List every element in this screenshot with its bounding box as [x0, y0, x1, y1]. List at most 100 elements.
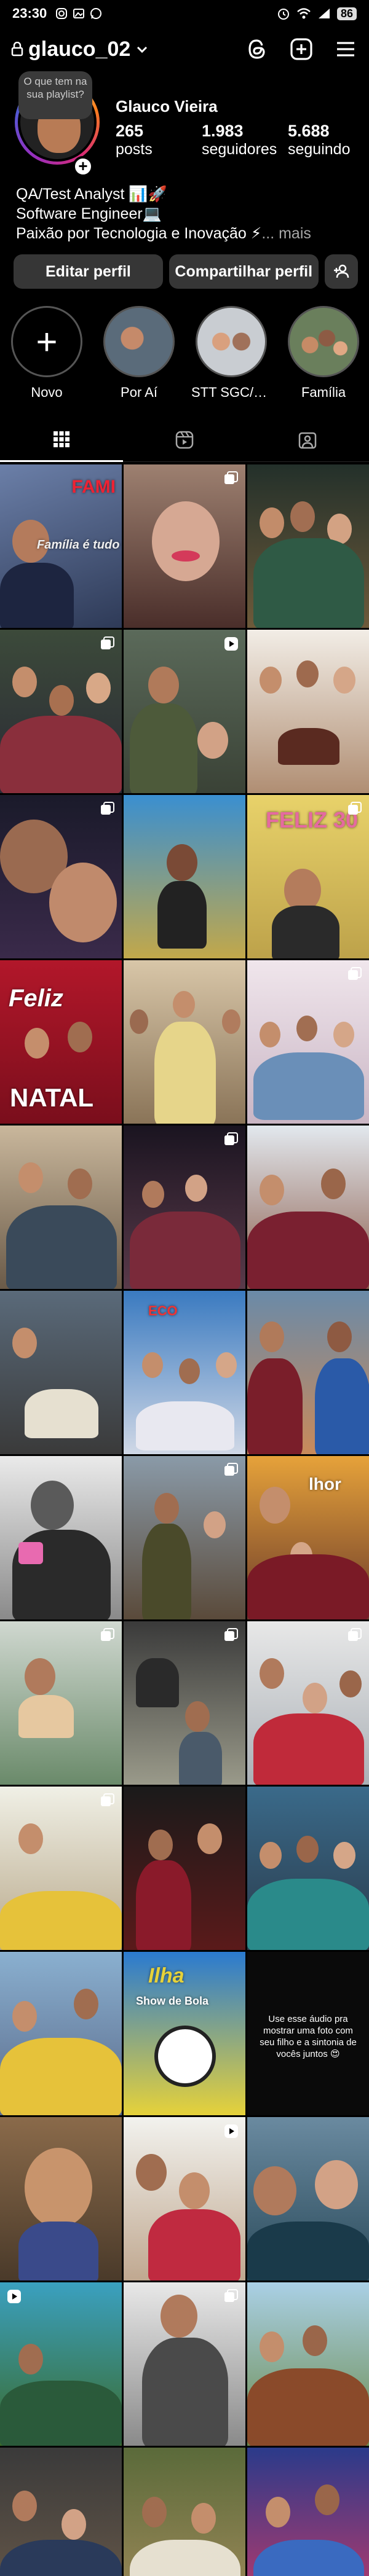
carousel-icon: [101, 1628, 114, 1641]
reel-icon: [224, 637, 238, 651]
reel-icon: [7, 2290, 21, 2303]
profile-name: Glauco Vieira: [116, 97, 218, 115]
post-thumbnail[interactable]: [0, 630, 122, 793]
image-notification-icon: [73, 9, 85, 18]
story-highlights: + Novo Por Aí STT SGC/17-... Família: [0, 306, 369, 404]
reel-icon: [224, 2124, 238, 2138]
post-thumbnail[interactable]: [0, 1621, 122, 1785]
highlight-new[interactable]: + Novo: [10, 306, 84, 404]
post-thumbnail[interactable]: [247, 2117, 369, 2280]
share-profile-button[interactable]: Compartilhar perfil: [169, 254, 319, 289]
highlight-label: Por Aí: [121, 385, 157, 400]
post-thumbnail[interactable]: [0, 1952, 122, 2115]
post-thumbnail[interactable]: [247, 2282, 369, 2446]
post-thumbnail[interactable]: [247, 960, 369, 1124]
carousel-icon: [224, 2289, 238, 2302]
post-thumbnail[interactable]: [247, 2448, 369, 2576]
profile-actions: Editar perfil Compartilhar perfil: [14, 254, 359, 289]
profile-header: glauco_02: [0, 31, 369, 68]
carousel-icon: [101, 802, 114, 815]
highlight-item[interactable]: Família: [287, 306, 360, 404]
post-thumbnail[interactable]: Use esse áudio pra mostrar uma foto com …: [247, 1952, 369, 2115]
post-thumbnail[interactable]: Ilha Show de Bola: [124, 1952, 245, 2115]
edit-profile-button[interactable]: Editar perfil: [14, 254, 163, 289]
highlight-label: Novo: [31, 385, 63, 400]
post-thumbnail[interactable]: [0, 1456, 122, 1619]
highlight-item[interactable]: Por Aí: [102, 306, 176, 404]
post-thumbnail[interactable]: Feliz NATAL: [0, 960, 122, 1124]
chevron-down-icon[interactable]: [135, 42, 149, 56]
tagged-icon: [298, 432, 317, 448]
bio-more-link[interactable]: ... mais: [261, 225, 311, 242]
post-thumbnail[interactable]: FAMI Família é tudo: [0, 464, 122, 628]
note-bubble[interactable]: O que tem na sua playlist?: [18, 71, 92, 119]
post-thumbnail[interactable]: [247, 1126, 369, 1289]
username[interactable]: glauco_02: [28, 37, 130, 61]
create-icon[interactable]: [289, 37, 314, 61]
tab-posts[interactable]: [0, 418, 123, 462]
profile-bio: QA/Test Analyst 📊🚀 Software Engineer💻 Pa…: [16, 184, 360, 243]
post-thumbnail[interactable]: [124, 1126, 245, 1289]
battery-indicator: 86: [336, 7, 357, 20]
instagram-notification-icon: [56, 8, 68, 19]
post-thumbnail[interactable]: [0, 2117, 122, 2280]
post-thumbnail[interactable]: ECO: [124, 1291, 245, 1454]
alarm-icon: [277, 9, 289, 20]
post-thumbnail[interactable]: [0, 1787, 122, 1950]
post-thumbnail[interactable]: [0, 795, 122, 958]
post-thumbnail[interactable]: [124, 1456, 245, 1619]
post-thumbnail[interactable]: FELIZ 30: [247, 795, 369, 958]
highlight-item[interactable]: STT SGC/17-...: [191, 306, 271, 404]
lock-icon: [11, 42, 23, 57]
menu-icon[interactable]: [333, 37, 358, 61]
stat-following[interactable]: 5.688 seguindo: [288, 122, 369, 159]
profile-stats: 265 posts 1.983 seguidores 5.688 seguind…: [116, 122, 369, 159]
post-thumbnail[interactable]: [247, 1621, 369, 1785]
carousel-icon: [348, 802, 362, 815]
post-thumbnail[interactable]: [124, 2117, 245, 2280]
plus-icon: +: [11, 306, 82, 377]
post-thumbnail[interactable]: [0, 2448, 122, 2576]
post-thumbnail[interactable]: [124, 1621, 245, 1785]
bio-line: Software Engineer💻: [16, 205, 162, 222]
highlight-label: Família: [301, 385, 346, 400]
carousel-icon: [348, 1628, 362, 1641]
stat-posts[interactable]: 265 posts: [116, 122, 202, 159]
wifi-icon: [297, 8, 311, 19]
post-thumbnail[interactable]: [124, 1787, 245, 1950]
post-thumbnail[interactable]: [124, 2448, 245, 2576]
post-thumbnail[interactable]: [124, 630, 245, 793]
post-thumbnail[interactable]: [124, 464, 245, 628]
soccer-ball-icon: [154, 2026, 216, 2087]
post-thumbnail[interactable]: [247, 1787, 369, 1950]
discover-people-button[interactable]: [324, 254, 359, 289]
post-thumbnail[interactable]: [124, 2282, 245, 2446]
profile-section: O que tem na sua playlist? + Glauco Viei…: [0, 71, 369, 178]
carousel-icon: [224, 471, 238, 484]
tab-tagged[interactable]: [246, 418, 369, 462]
post-thumbnail[interactable]: lhor: [247, 1456, 369, 1619]
post-thumbnail[interactable]: [124, 795, 245, 958]
threads-icon[interactable]: [245, 37, 269, 61]
post-thumbnail[interactable]: [124, 960, 245, 1124]
highlight-cover: [288, 306, 359, 377]
carousel-icon: [101, 1793, 114, 1806]
whatsapp-notification-icon: [90, 8, 102, 19]
grid-icon: [54, 431, 69, 447]
carousel-icon: [224, 1628, 238, 1641]
post-thumbnail[interactable]: [0, 2282, 122, 2446]
add-person-icon: [333, 264, 349, 278]
post-thumbnail[interactable]: [247, 1291, 369, 1454]
post-thumbnail[interactable]: [247, 630, 369, 793]
post-thumbnail[interactable]: [247, 464, 369, 628]
post-thumbnail[interactable]: [0, 1291, 122, 1454]
profile-tabs: [0, 418, 369, 462]
stat-followers[interactable]: 1.983 seguidores: [202, 122, 288, 159]
carousel-icon: [224, 1132, 238, 1145]
post-thumbnail[interactable]: [0, 1126, 122, 1289]
add-story-icon[interactable]: +: [73, 156, 93, 177]
tab-reels[interactable]: [123, 418, 246, 462]
carousel-icon: [224, 1463, 238, 1476]
highlight-cover: [103, 306, 175, 377]
highlight-label: STT SGC/17-...: [191, 385, 271, 400]
